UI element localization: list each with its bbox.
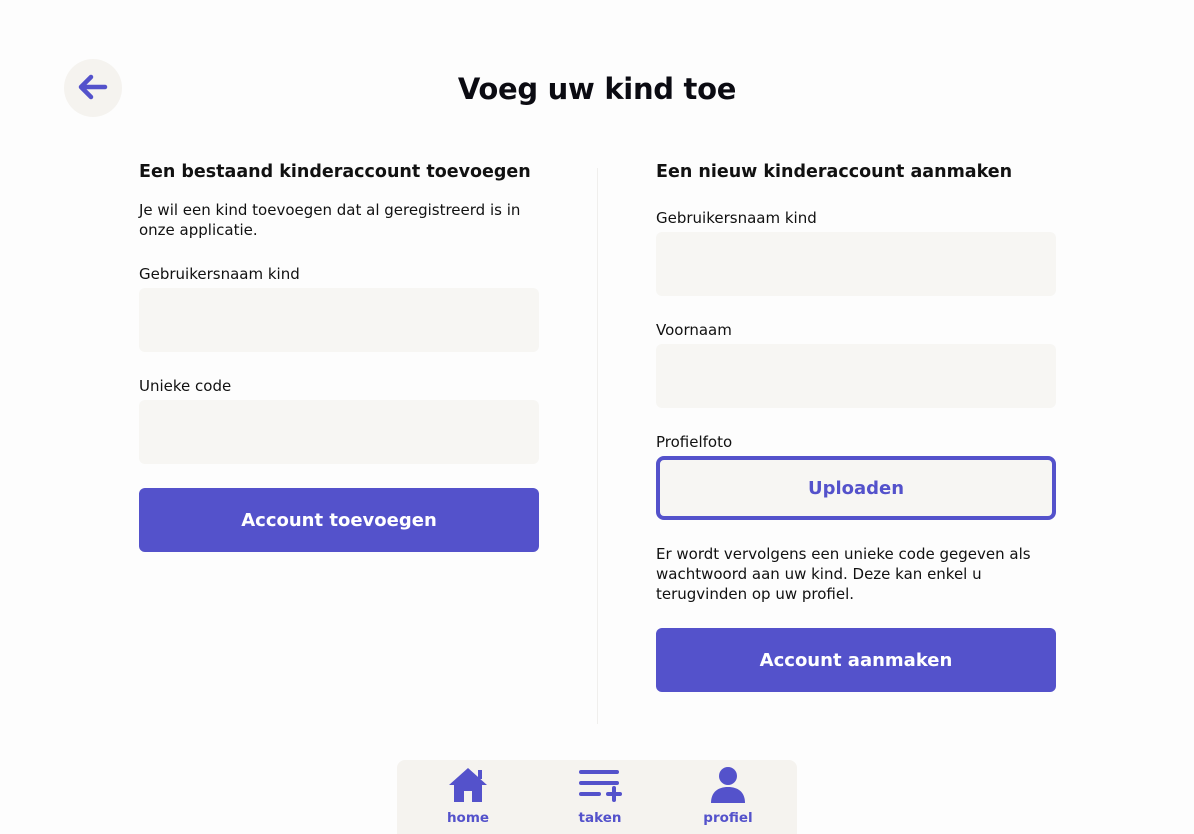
new-username-label: Gebruikersnaam kind xyxy=(656,209,817,227)
new-account-title: Een nieuw kinderaccount aanmaken xyxy=(656,162,1013,182)
create-account-button[interactable]: Account aanmaken xyxy=(656,628,1056,692)
nav-item-home[interactable]: home xyxy=(418,766,518,826)
nav-item-profiel[interactable]: profiel xyxy=(678,766,778,826)
nav-label-home: home xyxy=(446,810,490,826)
new-account-info-line-3: terugvinden op uw profiel. xyxy=(656,585,855,603)
existing-username-input[interactable] xyxy=(139,288,539,352)
profile-photo-label: Profielfoto xyxy=(656,433,733,451)
existing-username-label: Gebruikersnaam kind xyxy=(139,265,300,283)
new-account-info-line-2: wachtwoord aan uw kind. Deze kan enkel u xyxy=(656,565,982,583)
existing-account-title: Een bestaand kinderaccount toevoegen xyxy=(139,162,531,182)
user-icon xyxy=(708,766,748,808)
existing-account-description-line-2: onze applicatie. xyxy=(139,221,258,239)
home-icon xyxy=(447,766,489,808)
firstname-input[interactable] xyxy=(656,344,1056,408)
unique-code-input[interactable] xyxy=(139,400,539,464)
upload-photo-button[interactable]: Uploaden xyxy=(656,456,1056,520)
nav-label-profiel: profiel xyxy=(703,810,753,826)
new-username-input[interactable] xyxy=(656,232,1056,296)
task-add-icon xyxy=(577,766,623,808)
firstname-label: Voornaam xyxy=(656,321,732,339)
nav-label-taken: taken xyxy=(578,810,622,826)
existing-account-description-line-1: Je wil een kind toevoegen dat al geregis… xyxy=(139,201,521,219)
page-title: Voeg uw kind toe xyxy=(457,72,737,106)
new-account-info-line-1: Er wordt vervolgens een unieke code gege… xyxy=(656,545,1031,563)
column-divider xyxy=(597,168,598,724)
bottom-nav: home taken profiel xyxy=(397,760,797,834)
page: Voeg uw kind toe Een bestaand kinderacco… xyxy=(0,0,1194,834)
nav-item-taken[interactable]: taken xyxy=(550,766,650,826)
unique-code-label: Unieke code xyxy=(139,377,232,395)
add-account-button[interactable]: Account toevoegen xyxy=(139,488,539,552)
